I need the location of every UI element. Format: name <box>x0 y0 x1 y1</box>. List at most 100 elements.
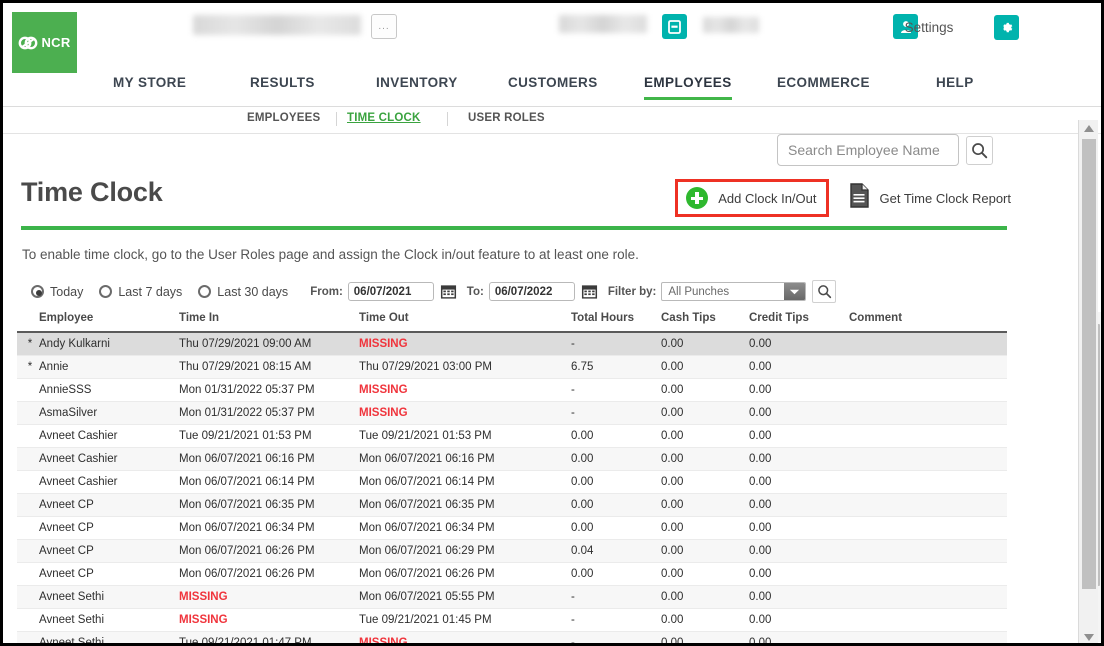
page-scroll-thumb[interactable] <box>1082 139 1096 589</box>
col-time-out[interactable]: Time Out <box>359 312 571 333</box>
cell-credit-tips: 0.00 <box>749 585 849 609</box>
nav-item-customers[interactable]: CUSTOMERS <box>508 75 598 97</box>
cell-flag <box>17 539 39 563</box>
subnav-divider-2 <box>447 112 448 126</box>
table-row[interactable]: Avneet CP Mon 06/07/2021 06:26 PM Mon 06/0… <box>17 562 1007 586</box>
cell-comment <box>849 470 1007 494</box>
main-navigation: MY STORE RESULTS INVENTORY CUSTOMERS EMP… <box>3 75 1101 107</box>
from-calendar-icon[interactable] <box>440 283 457 300</box>
nav-item-my-store[interactable]: MY STORE <box>113 75 186 97</box>
cell-cash-tips: 0.00 <box>661 562 749 586</box>
get-time-clock-report-button[interactable]: Get Time Clock Report <box>849 183 1011 213</box>
cell-flag <box>17 447 39 471</box>
to-date-input[interactable] <box>488 282 575 301</box>
radio-last-30-days-icon[interactable] <box>198 285 212 298</box>
add-clock-in-out-button[interactable]: Add Clock In/Out <box>675 179 829 217</box>
col-comment[interactable]: Comment <box>849 312 1007 333</box>
col-employee[interactable]: Employee <box>39 312 179 333</box>
col-credit-tips[interactable]: Credit Tips <box>749 312 849 333</box>
missing-badge: MISSING <box>359 338 408 350</box>
cell-time-in: MISSING <box>179 608 359 632</box>
radio-option-last-30-days[interactable]: Last 30 days <box>198 285 288 299</box>
subnav-divider-1 <box>336 112 337 126</box>
cell-comment <box>849 378 1007 402</box>
search-input[interactable] <box>777 134 959 166</box>
from-date-input[interactable] <box>347 282 434 301</box>
page-scrollbar[interactable] <box>1078 120 1098 643</box>
table-row[interactable]: Avneet Cashier Tue 09/21/2021 01:53 PM Tue… <box>17 424 1007 448</box>
to-calendar-icon[interactable] <box>581 283 598 300</box>
main-content: Time Clock Add Clock In/Out Get Time Clo… <box>3 134 1101 643</box>
cell-credit-tips: 0.00 <box>749 424 849 448</box>
cell-time-in: Mon 06/07/2021 06:14 PM <box>179 470 359 494</box>
subnav-item-user-roles[interactable]: USER ROLES <box>468 112 545 124</box>
cell-cash-tips: 0.00 <box>661 332 749 356</box>
radio-last-7-days-icon[interactable] <box>99 285 113 298</box>
subnav-item-time-clock[interactable]: TIME CLOCK <box>347 112 421 124</box>
store-switch-button[interactable]: ... <box>371 14 397 39</box>
table-row[interactable]: Avneet Sethi MISSING Mon 06/07/2021 05:55 … <box>17 585 1007 609</box>
table-row[interactable]: * Annie Thu 07/29/2021 08:15 AM Thu 07/29/2… <box>17 355 1007 379</box>
table-row[interactable]: Avneet CP Mon 06/07/2021 06:35 PM Mon 06/0… <box>17 493 1007 517</box>
cell-flag <box>17 470 39 494</box>
col-total-hours[interactable]: Total Hours <box>571 312 661 333</box>
table-row[interactable]: Avneet Sethi Tue 09/21/2021 01:47 PM MISSI… <box>17 631 1007 643</box>
col-cash-tips[interactable]: Cash Tips <box>661 312 749 333</box>
cell-cash-tips: 0.00 <box>661 470 749 494</box>
cell-employee: Avneet CP <box>39 562 179 586</box>
nav-item-inventory[interactable]: INVENTORY <box>376 75 458 97</box>
store-icon[interactable] <box>662 14 687 39</box>
apply-filter-search-button[interactable] <box>812 280 837 303</box>
cell-flag <box>17 608 39 632</box>
cell-total-hours: 6.75 <box>571 355 661 379</box>
ncr-logo[interactable]: NCR <box>12 12 77 73</box>
cell-time-in: Mon 06/07/2021 06:26 PM <box>179 539 359 563</box>
cell-time-out: Mon 06/07/2021 06:29 PM <box>359 539 571 563</box>
employee-search <box>777 134 993 166</box>
search-button[interactable] <box>966 135 993 165</box>
chevron-down-icon[interactable] <box>784 283 806 300</box>
nav-item-help[interactable]: HELP <box>936 75 974 97</box>
col-time-in[interactable]: Time In <box>179 312 359 333</box>
table-row[interactable]: Avneet CP Mon 06/07/2021 06:34 PM Mon 06/0… <box>17 516 1007 540</box>
cell-flag <box>17 631 39 643</box>
radio-option-today[interactable]: Today <box>31 285 83 299</box>
settings-label[interactable]: Settings <box>879 20 979 35</box>
radio-option-last-7-days[interactable]: Last 7 days <box>99 285 182 299</box>
table-row[interactable]: Avneet CP Mon 06/07/2021 06:26 PM Mon 06/0… <box>17 539 1007 563</box>
cell-flag <box>17 401 39 425</box>
nav-item-results[interactable]: RESULTS <box>250 75 315 97</box>
cell-flag <box>17 378 39 402</box>
time-clock-note: To enable time clock, go to the User Rol… <box>22 247 639 262</box>
gear-icon[interactable] <box>994 15 1019 40</box>
cell-employee: Avneet Cashier <box>39 447 179 471</box>
to-label: To: <box>466 285 484 298</box>
table-row[interactable]: Avneet Sethi MISSING Tue 09/21/2021 01:45 … <box>17 608 1007 632</box>
cell-cash-tips: 0.00 <box>661 401 749 425</box>
radio-today-icon[interactable] <box>31 285 44 298</box>
cell-credit-tips: 0.00 <box>749 470 849 494</box>
subnav-item-employees[interactable]: EMPLOYEES <box>247 112 320 124</box>
table-row[interactable]: AsmaSilver Mon 01/31/2022 05:37 PM MISSING… <box>17 401 1007 425</box>
cell-cash-tips: 0.00 <box>661 493 749 517</box>
table-row[interactable]: * Andy Kulkarni Thu 07/29/2021 09:00 AM MIS… <box>17 332 1007 356</box>
cell-time-out: Mon 06/07/2021 06:26 PM <box>359 562 571 586</box>
nav-item-employees[interactable]: EMPLOYEES <box>644 75 732 100</box>
cell-cash-tips: 0.00 <box>661 378 749 402</box>
cell-total-hours: - <box>571 378 661 402</box>
nav-item-ecommerce[interactable]: ECOMMERCE <box>777 75 870 97</box>
page-scroll-up-icon[interactable] <box>1084 125 1094 132</box>
cell-total-hours: 0.00 <box>571 516 661 540</box>
table-row[interactable]: Avneet Cashier Mon 06/07/2021 06:16 PM Mon… <box>17 447 1007 471</box>
report-document-icon <box>849 183 870 213</box>
radio-today-label: Today <box>50 284 84 299</box>
page-title: Time Clock <box>21 177 163 207</box>
table-row[interactable]: Avneet Cashier Mon 06/07/2021 06:14 PM Mon… <box>17 470 1007 494</box>
cell-cash-tips: 0.00 <box>661 539 749 563</box>
cell-credit-tips: 0.00 <box>749 631 849 643</box>
filter-by-select[interactable]: All Punches <box>661 282 807 301</box>
cell-time-out: MISSING <box>359 332 571 356</box>
table-row[interactable]: AnnieSSS Mon 01/31/2022 05:37 PM MISSING -0… <box>17 378 1007 402</box>
page-scroll-down-icon[interactable] <box>1084 634 1094 641</box>
cell-time-in: Mon 01/31/2022 05:37 PM <box>179 378 359 402</box>
